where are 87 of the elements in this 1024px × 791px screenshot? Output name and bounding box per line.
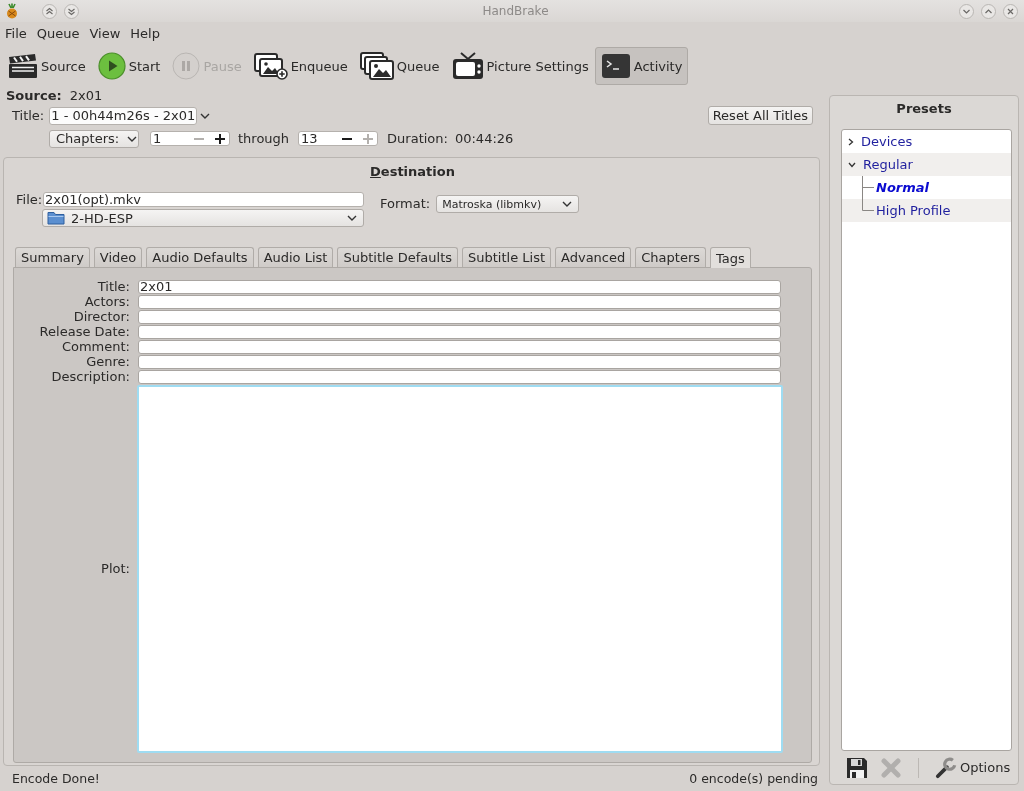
caret-icon: [347, 215, 357, 221]
toolbar-button[interactable]: Start: [91, 47, 167, 85]
tab[interactable]: Audio List: [257, 247, 334, 267]
reset-all-titles-button[interactable]: Reset All Titles: [707, 106, 813, 125]
options-button[interactable]: Options: [933, 756, 1013, 779]
text-field[interactable]: [138, 294, 781, 309]
text-field[interactable]: 2x01: [138, 279, 781, 294]
file-name-field[interactable]: 2x01(opt).mkv: [43, 192, 364, 207]
source-label: Source:: [6, 87, 62, 103]
caret-icon: [127, 135, 138, 142]
field-label: Actors:: [83, 294, 130, 309]
toolbar-button[interactable]: Picture Settings: [445, 47, 595, 85]
clapperboard-icon: [8, 53, 38, 79]
panel-heading: Presets: [896, 100, 952, 116]
duration-label: Duration:: [387, 131, 448, 146]
chevron-right-icon[interactable]: [848, 137, 854, 146]
caret-icon[interactable]: [200, 112, 211, 119]
pictures-stack-icon: [359, 52, 394, 80]
folder-icon: [47, 211, 65, 225]
pictures-plus-icon: [253, 52, 288, 80]
range-dropdown[interactable]: Chapters:: [49, 129, 139, 148]
pending-count: 0 encode(s) pending: [689, 771, 818, 786]
chevron-down-icon[interactable]: [848, 161, 856, 168]
tab[interactable]: Summary: [15, 247, 90, 267]
text-field[interactable]: [138, 354, 781, 369]
section-heading: Destination: [370, 163, 455, 179]
text-field[interactable]: [138, 324, 781, 339]
caret-icon: [562, 201, 573, 207]
format-dropdown[interactable]: Matroska (libmkv): [436, 195, 580, 213]
tab[interactable]: Audio Defaults: [146, 247, 254, 267]
close-icon[interactable]: [1003, 3, 1018, 19]
terminal-icon: [600, 53, 631, 79]
tv-icon: [451, 52, 484, 80]
preset-label: Normal: [876, 180, 929, 195]
spin-field[interactable]: 13: [298, 131, 379, 146]
toolbar-button[interactable]: Activity: [594, 47, 689, 85]
double-chevron-up-icon[interactable]: [42, 3, 57, 19]
minimize-icon[interactable]: [959, 3, 974, 19]
field-label: Comment:: [60, 339, 130, 354]
tab[interactable]: Chapters: [635, 247, 706, 267]
file-label: File:: [16, 192, 43, 207]
tree-row[interactable]: Regular: [842, 153, 1011, 176]
pause-icon: [172, 52, 201, 80]
through-label: through: [238, 131, 290, 146]
duration-value: 00:44:26: [454, 131, 514, 146]
field-label: Plot:: [100, 561, 130, 576]
text-field[interactable]: [138, 309, 781, 324]
tree-row[interactable]: High Profile: [842, 199, 1011, 222]
maximize-icon[interactable]: [981, 3, 996, 19]
preset-label: High Profile: [876, 203, 951, 218]
field-label: Director:: [72, 309, 130, 324]
menu-item[interactable]: Help: [125, 25, 165, 43]
plot-field[interactable]: [137, 385, 783, 753]
spin-field[interactable]: 1: [150, 131, 230, 146]
plus-icon[interactable]: [214, 132, 226, 145]
source-value: 2x01: [69, 87, 103, 103]
field-label: Description:: [50, 369, 130, 384]
tab[interactable]: Subtitle List: [462, 247, 552, 267]
preset-label: Devices: [861, 134, 913, 149]
tree-row[interactable]: Normal: [842, 176, 1011, 199]
menu-item[interactable]: View: [84, 25, 126, 43]
pineapple-icon: [4, 3, 20, 19]
folder-dropdown[interactable]: 2-HD-ESP: [42, 209, 364, 227]
tab[interactable]: Video: [93, 247, 143, 267]
preset-label: Regular: [863, 157, 913, 172]
play-icon: [97, 52, 126, 80]
format-label: Format:: [380, 196, 431, 211]
status-message: Encode Done!: [12, 771, 100, 786]
tree-row[interactable]: Devices: [842, 130, 1011, 153]
text-field[interactable]: [138, 339, 781, 354]
double-chevron-down-icon[interactable]: [64, 3, 79, 19]
menu-item[interactable]: File: [0, 25, 32, 43]
menu-item[interactable]: Queue: [31, 25, 85, 43]
field-label: Title:: [96, 279, 130, 294]
wrench-icon: [935, 756, 957, 779]
window-title: HandBrake: [482, 4, 549, 18]
toolbar-button[interactable]: Queue: [353, 47, 446, 85]
title-label: Title:: [12, 108, 45, 123]
field-label: Release Date:: [38, 324, 130, 339]
tab[interactable]: Tags: [710, 247, 751, 268]
toolbar-button[interactable]: Enqueue: [247, 47, 354, 85]
tab[interactable]: Subtitle Defaults: [337, 247, 458, 267]
tab[interactable]: Advanced: [555, 247, 632, 267]
field-label: Genre:: [85, 354, 130, 369]
text-field[interactable]: [138, 369, 781, 384]
toolbar-button[interactable]: Source: [2, 47, 92, 85]
title-combo-field[interactable]: 1 - 00h44m26s - 2x01: [49, 106, 198, 125]
